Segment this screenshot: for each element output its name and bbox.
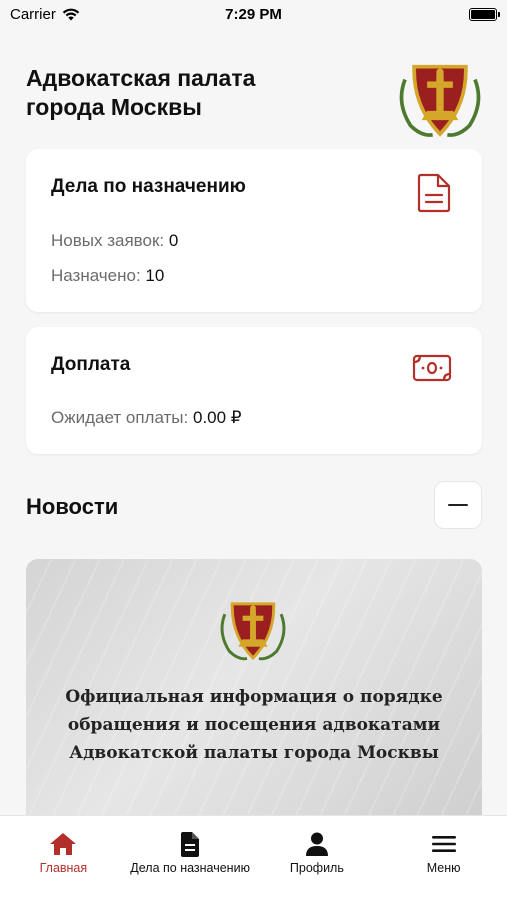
carrier-label: Carrier — [10, 5, 56, 23]
assigned-label: Назначено: — [51, 266, 141, 285]
battery-icon — [469, 7, 500, 21]
tab-home-label: Главная — [39, 861, 88, 875]
tab-menu-label: Меню — [426, 861, 461, 875]
news-collapse-button[interactable] — [434, 481, 482, 529]
awaiting-payment-label: Ожидает оплаты: — [51, 408, 189, 427]
tab-bar: Главная Дела по назначению Профиль Меню — [0, 815, 507, 900]
page-header: Адвокатская палата города Москвы — [26, 64, 486, 144]
assigned-value: 10 — [145, 266, 165, 285]
assignments-card[interactable]: Дела по назначению Новых заявок: 0 Назна… — [26, 149, 482, 312]
bar-association-emblem — [220, 602, 286, 661]
payment-card[interactable]: Доплата Ожидает оплаты: 0.00 ₽ — [26, 327, 482, 454]
status-bar: Carrier 7:29 PM — [0, 0, 507, 28]
tab-profile-label: Профиль — [289, 861, 344, 875]
awaiting-payment-row: Ожидает оплаты: 0.00 ₽ — [51, 408, 242, 428]
news-section-title: Новости — [26, 494, 119, 519]
news-item-text: Официальная информация о порядке обращен… — [65, 687, 443, 763]
tab-home[interactable]: Главная — [0, 816, 127, 900]
payment-title: Доплата — [51, 354, 131, 375]
banknote-icon — [412, 354, 452, 382]
person-icon — [305, 832, 328, 856]
tab-assignments-label: Дела по назначению — [130, 861, 250, 875]
tab-profile[interactable]: Профиль — [254, 816, 381, 900]
status-left: Carrier — [10, 6, 80, 23]
news-item[interactable]: Официальная информация о порядке обращен… — [26, 559, 482, 817]
tab-assignments[interactable]: Дела по назначению — [127, 816, 254, 900]
document-icon — [181, 831, 200, 857]
minus-icon — [448, 503, 468, 507]
wifi-icon — [62, 8, 80, 20]
document-icon — [417, 173, 451, 213]
assignments-title: Дела по назначению — [51, 176, 246, 197]
assigned-row: Назначено: 10 — [51, 266, 164, 286]
home-icon — [50, 833, 77, 855]
new-requests-row: Новых заявок: 0 — [51, 231, 178, 251]
awaiting-payment-value: 0.00 ₽ — [193, 408, 242, 427]
hamburger-icon — [431, 836, 456, 852]
tab-menu[interactable]: Меню — [380, 816, 507, 900]
new-requests-label: Новых заявок: — [51, 231, 165, 250]
bar-association-emblem — [399, 64, 481, 137]
page-title: Адвокатская палата города Москвы — [26, 65, 256, 120]
battery-level — [471, 9, 495, 19]
new-requests-value: 0 — [168, 231, 179, 250]
